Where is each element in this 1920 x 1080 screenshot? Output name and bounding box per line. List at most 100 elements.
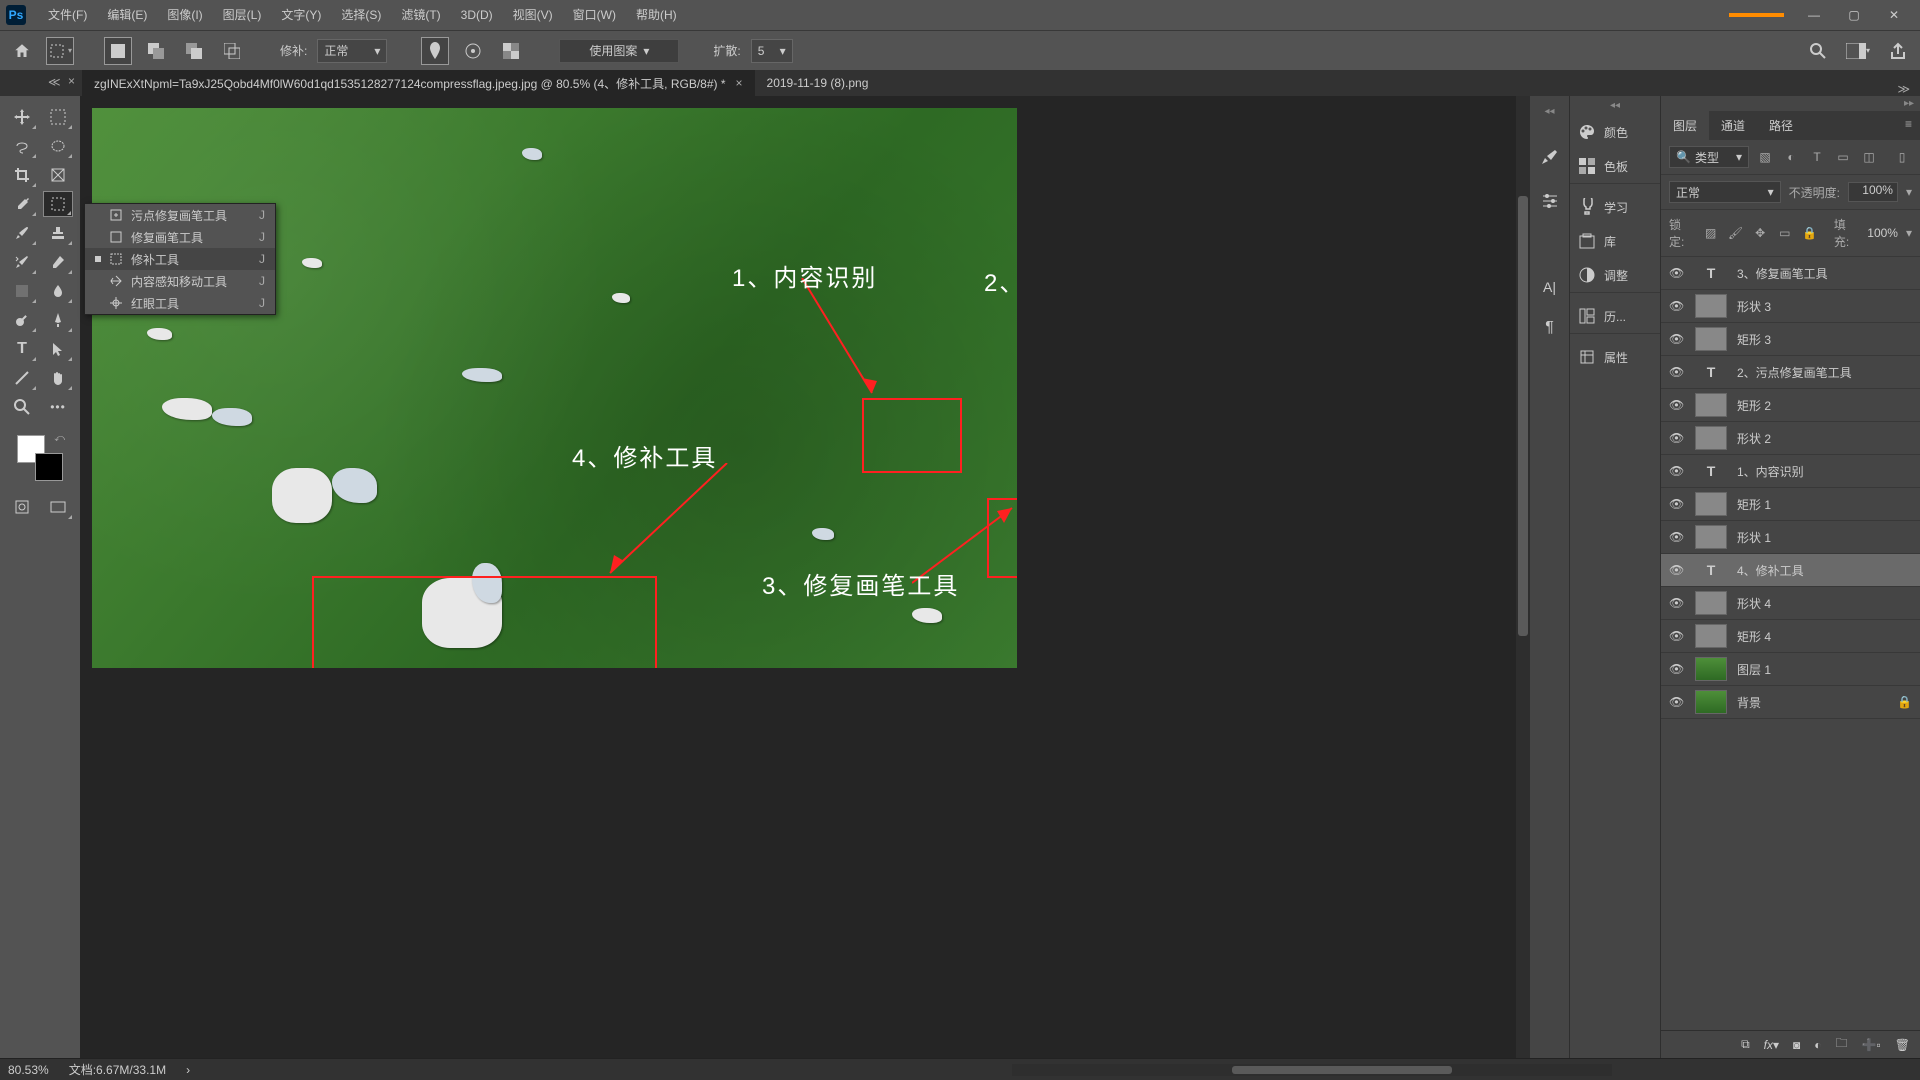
intersect-selection[interactable] xyxy=(218,37,246,65)
new-layer-icon[interactable]: ➕▫ xyxy=(1862,1038,1881,1052)
add-selection[interactable] xyxy=(142,37,170,65)
layer-filter-dropdown[interactable]: 🔍类型▾ xyxy=(1669,146,1749,168)
visibility-icon[interactable]: 👁 xyxy=(1669,662,1685,676)
menu-filter[interactable]: 滤镜(T) xyxy=(391,0,450,30)
window-maximize[interactable]: ▢ xyxy=(1834,0,1874,30)
document-tab-2[interactable]: 2019-11-19 (8).png xyxy=(755,70,881,96)
patch-mode-dropdown[interactable]: 正常▾ xyxy=(317,39,387,63)
filter-pixel-icon[interactable]: ▧ xyxy=(1755,147,1775,167)
lock-transparent-icon[interactable]: ▨ xyxy=(1702,224,1719,242)
layer-row[interactable]: 👁矩形 4 xyxy=(1661,620,1920,653)
learn-panel-button[interactable]: 学习 xyxy=(1570,190,1660,224)
workspace-icon[interactable]: ▾ xyxy=(1844,37,1872,65)
visibility-icon[interactable]: 👁 xyxy=(1669,464,1685,478)
horizontal-scrollbar[interactable] xyxy=(1012,1064,1612,1076)
document-tab-1[interactable]: zgINExXtNpml=Ta9xJ25Qobd4Mf0lW60d1qd1535… xyxy=(82,70,755,96)
tab-layers[interactable]: 图层 xyxy=(1661,111,1709,140)
visibility-icon[interactable]: 👁 xyxy=(1669,266,1685,280)
blur-tool[interactable] xyxy=(43,278,73,304)
edit-toolbar[interactable]: ••• xyxy=(43,394,73,420)
flyout-healing-brush[interactable]: 修复画笔工具J xyxy=(85,226,275,248)
library-panel-button[interactable]: 库 xyxy=(1570,224,1660,258)
layer-row[interactable]: 👁形状 3 xyxy=(1661,290,1920,323)
visibility-icon[interactable]: 👁 xyxy=(1669,530,1685,544)
search-icon[interactable] xyxy=(1804,37,1832,65)
menu-view[interactable]: 视图(V) xyxy=(503,0,563,30)
visibility-icon[interactable]: 👁 xyxy=(1669,332,1685,346)
quickmask-tool[interactable] xyxy=(7,494,37,520)
layer-row[interactable]: 👁背景🔒 xyxy=(1661,686,1920,719)
flyout-patch-tool[interactable]: 修补工具J xyxy=(85,248,275,270)
visibility-icon[interactable]: 👁 xyxy=(1669,431,1685,445)
zoom-tool[interactable] xyxy=(7,394,37,420)
background-color[interactable] xyxy=(35,453,63,481)
swatches-panel-button[interactable]: 色板 xyxy=(1570,149,1660,183)
properties-panel-button[interactable]: 属性 xyxy=(1570,340,1660,374)
tab-overflow-icon[interactable]: ≪ xyxy=(48,75,61,89)
lock-pixels-icon[interactable]: 🖌 xyxy=(1727,224,1744,242)
healing-tool[interactable] xyxy=(43,191,73,217)
subtract-selection[interactable] xyxy=(180,37,208,65)
collapse-icon[interactable]: ▸▸ xyxy=(1661,96,1920,111)
window-close[interactable]: ✕ xyxy=(1874,0,1914,30)
layer-row[interactable]: 👁T4、修补工具 xyxy=(1661,554,1920,587)
lock-position-icon[interactable]: ✥ xyxy=(1752,224,1769,242)
brush-settings-icon[interactable] xyxy=(1540,191,1560,211)
collapse-icon[interactable]: ◂◂ xyxy=(1570,96,1660,115)
layer-row[interactable]: 👁T1、内容识别 xyxy=(1661,455,1920,488)
tool-preset[interactable]: ▾ xyxy=(46,37,74,65)
visibility-icon[interactable]: 👁 xyxy=(1669,299,1685,313)
visibility-icon[interactable]: 👁 xyxy=(1669,497,1685,511)
destination-toggle[interactable] xyxy=(459,37,487,65)
screenmode-tool[interactable] xyxy=(43,494,73,520)
move-tool[interactable] xyxy=(7,104,37,130)
history-brush-tool[interactable] xyxy=(7,249,37,275)
tab-channels[interactable]: 通道 xyxy=(1709,111,1757,140)
visibility-icon[interactable]: 👁 xyxy=(1669,695,1685,709)
menu-file[interactable]: 文件(F) xyxy=(38,0,97,30)
layer-mask-icon[interactable]: ◙ xyxy=(1793,1038,1800,1052)
quick-select-tool[interactable] xyxy=(43,133,73,159)
link-layers-icon[interactable]: ⧉ xyxy=(1741,1037,1750,1052)
canvas-area[interactable]: 1、内容识别 2、 4、修补工具 3、修复画笔工具 xyxy=(80,96,1530,1058)
menu-window[interactable]: 窗口(W) xyxy=(563,0,626,30)
visibility-icon[interactable]: 👁 xyxy=(1669,563,1685,577)
adjust-panel-button[interactable]: 调整 xyxy=(1570,258,1660,292)
layer-row[interactable]: 👁T3、修复画笔工具 xyxy=(1661,257,1920,290)
layer-fx-icon[interactable]: fx▾ xyxy=(1764,1038,1779,1052)
visibility-icon[interactable]: 👁 xyxy=(1669,365,1685,379)
layer-row[interactable]: 👁矩形 3 xyxy=(1661,323,1920,356)
color-swatches[interactable]: ⤺ xyxy=(15,433,65,483)
menu-help[interactable]: 帮助(H) xyxy=(626,0,687,30)
status-more-icon[interactable]: › xyxy=(186,1063,190,1077)
opacity-input[interactable]: 100% xyxy=(1848,182,1898,202)
filter-shape-icon[interactable]: ▭ xyxy=(1833,147,1853,167)
menu-image[interactable]: 图像(I) xyxy=(157,0,212,30)
filter-adjust-icon[interactable]: ◐ xyxy=(1781,147,1801,167)
delete-layer-icon[interactable]: 🗑 xyxy=(1895,1038,1910,1052)
menu-3d[interactable]: 3D(D) xyxy=(451,0,503,30)
flyout-red-eye[interactable]: 红眼工具J xyxy=(85,292,275,314)
layer-group-icon[interactable]: 🗀 xyxy=(1836,1034,1848,1055)
tab-more-icon[interactable]: ≫ xyxy=(1897,82,1910,96)
gradient-tool[interactable] xyxy=(7,278,37,304)
crop-tool[interactable] xyxy=(7,162,37,188)
type-tool[interactable]: T xyxy=(7,336,37,362)
share-icon[interactable] xyxy=(1884,37,1912,65)
dodge-tool[interactable] xyxy=(7,307,37,333)
visibility-icon[interactable]: 👁 xyxy=(1669,398,1685,412)
close-icon[interactable]: × xyxy=(736,76,743,90)
menu-layer[interactable]: 图层(L) xyxy=(213,0,272,30)
adjustment-layer-icon[interactable]: ◐ xyxy=(1814,1038,1821,1052)
visibility-icon[interactable]: 👁 xyxy=(1669,596,1685,610)
layer-row[interactable]: 👁图层 1 xyxy=(1661,653,1920,686)
use-pattern-button[interactable]: 使用图案▾ xyxy=(559,39,679,63)
lasso-tool[interactable] xyxy=(7,133,37,159)
filter-type-icon[interactable]: T xyxy=(1807,147,1827,167)
tab-close-all-icon[interactable]: × xyxy=(68,74,75,88)
brush-tool[interactable] xyxy=(7,220,37,246)
layer-row[interactable]: 👁形状 4 xyxy=(1661,587,1920,620)
frame-tool[interactable] xyxy=(43,162,73,188)
pen-tool[interactable] xyxy=(43,307,73,333)
layer-row[interactable]: 👁形状 1 xyxy=(1661,521,1920,554)
